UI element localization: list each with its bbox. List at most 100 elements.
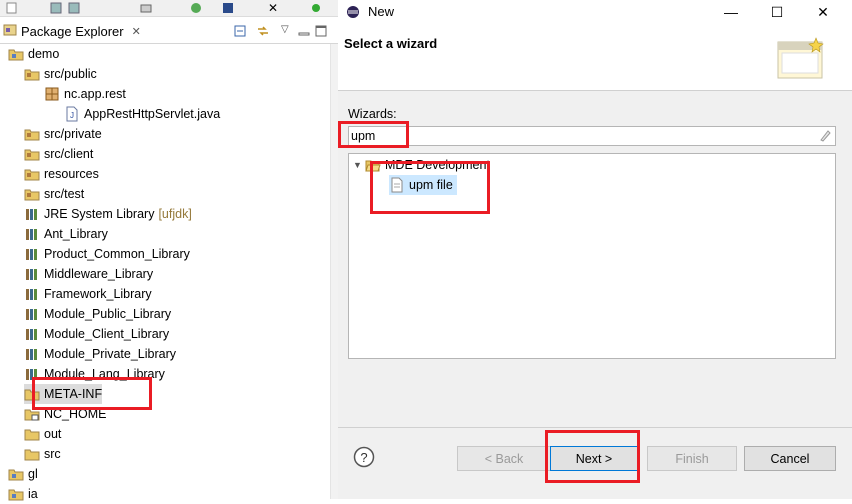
link-with-editor-icon[interactable]: [256, 24, 270, 38]
minimize-window-icon[interactable]: —: [708, 0, 754, 24]
explorer-item-gl[interactable]: gl: [8, 464, 38, 484]
debug-icon[interactable]: [310, 2, 322, 14]
explorer-item-label: AppRestHttpServlet.java: [84, 107, 221, 121]
library-decoration: [ufjdk]: [158, 207, 192, 221]
wizard-filter-field[interactable]: [348, 126, 836, 146]
clear-filter-icon[interactable]: [818, 129, 832, 146]
svg-text:?: ?: [360, 450, 367, 465]
next-button[interactable]: Next >: [550, 446, 638, 471]
tree-item-mde-development[interactable]: ▼ MDE Development: [353, 155, 490, 175]
library-icon: [24, 226, 40, 242]
library-icon: [24, 366, 40, 382]
explorer-item-framework-library[interactable]: Framework_Library: [24, 284, 152, 304]
print-icon[interactable]: [140, 2, 152, 14]
view-title: Package Explorer: [21, 23, 124, 39]
explorer-item-label: NC_HOME: [44, 407, 107, 421]
library-icon: [24, 206, 40, 222]
explorer-item-label: Framework_Library: [44, 287, 152, 301]
close-window-icon[interactable]: ✕: [800, 0, 846, 24]
new-wizard-dialog: New — ☐ ✕ Select a wizard Wizards: ▼ MDE…: [338, 0, 852, 499]
source-folder-icon: [24, 126, 40, 142]
source-folder-icon: [24, 186, 40, 202]
collapse-all-icon[interactable]: [233, 24, 247, 38]
explorer-item-module-client-library[interactable]: Module_Client_Library: [24, 324, 169, 344]
cancel-button[interactable]: Cancel: [744, 446, 836, 471]
tab-package-explorer[interactable]: Package Explorer ✕: [3, 20, 141, 42]
dialog-titlebar: New — ☐ ✕: [338, 0, 852, 24]
source-folder-icon: [24, 66, 40, 82]
explorer-item-label: Module_Lang_Library: [44, 367, 165, 381]
library-icon: [24, 266, 40, 282]
linked-folder-icon: [24, 406, 40, 422]
wizard-page-title: Select a wizard: [344, 36, 438, 51]
library-icon: [24, 286, 40, 302]
library-icon: [24, 306, 40, 322]
explorer-item-label: JRE System Library: [44, 207, 155, 221]
explorer-item-nc-app-rest[interactable]: nc.app.rest: [44, 84, 126, 104]
help-icon[interactable]: ?: [353, 446, 375, 471]
project-icon: [8, 486, 24, 502]
save-icon[interactable]: [50, 2, 62, 14]
button-bar-separator: [338, 427, 852, 428]
tree-item-label: upm file: [409, 178, 453, 192]
wizards-label: Wizards:: [348, 107, 397, 121]
project-icon: [8, 46, 24, 62]
wizard-banner-icon: [776, 36, 826, 85]
explorer-item-src[interactable]: src: [24, 444, 61, 464]
explorer-item-src-private[interactable]: src/private: [24, 124, 102, 144]
explorer-item-label: src: [44, 447, 61, 461]
explorer-item-src-public[interactable]: src/public: [24, 64, 97, 84]
explorer-item-jre-system-library[interactable]: JRE System Library [ufjdk]: [24, 204, 192, 224]
explorer-item-ia[interactable]: ia: [8, 484, 38, 504]
check-icon[interactable]: [190, 2, 202, 14]
maximize-icon[interactable]: [314, 24, 328, 38]
tree-item-upm-file[interactable]: upm file: [389, 175, 457, 195]
explorer-item-label: src/public: [44, 67, 97, 81]
explorer-item-label: Ant_Library: [44, 227, 108, 241]
save-all-icon[interactable]: [68, 2, 80, 14]
explorer-item-appresthttpservlet-java[interactable]: J AppRestHttpServlet.java: [64, 104, 220, 124]
explorer-item-module-lang-library[interactable]: Module_Lang_Library: [24, 364, 165, 384]
main-toolbar: ✕: [0, 0, 338, 17]
explorer-item-src-client[interactable]: src/client: [24, 144, 93, 164]
explorer-item-resources[interactable]: resources: [24, 164, 99, 184]
explorer-item-demo[interactable]: demo: [8, 44, 59, 64]
explorer-item-label: demo: [28, 47, 60, 61]
folder-icon: [24, 446, 40, 462]
new-icon[interactable]: [6, 2, 18, 14]
wizard-filter-input[interactable]: [351, 128, 811, 144]
close-view-icon[interactable]: ✕: [132, 25, 141, 38]
explorer-item-label: META-INF: [44, 387, 103, 401]
explorer-item-label: Module_Public_Library: [44, 307, 172, 321]
back-button[interactable]: < Back: [457, 446, 551, 471]
explorer-item-src-test[interactable]: src/test: [24, 184, 84, 204]
terminal-icon[interactable]: [222, 2, 234, 14]
explorer-item-label: src/private: [44, 127, 102, 141]
library-icon: [24, 346, 40, 362]
explorer-item-label: resources: [44, 167, 99, 181]
java-file-icon: J: [64, 106, 80, 122]
minimize-icon[interactable]: [297, 24, 311, 38]
explorer-item-middleware-library[interactable]: Middleware_Library: [24, 264, 153, 284]
library-icon: [24, 326, 40, 342]
explorer-item-module-private-library[interactable]: Module_Private_Library: [24, 344, 176, 364]
explorer-item-out[interactable]: out: [24, 424, 61, 444]
maximize-window-icon[interactable]: ☐: [754, 0, 800, 24]
package-icon: [44, 86, 60, 102]
close-icon[interactable]: ✕: [268, 2, 280, 14]
collapse-arrow-icon[interactable]: ▼: [353, 160, 365, 170]
explorer-item-nc-home[interactable]: NC_HOME: [24, 404, 107, 424]
eclipse-logo-icon: [346, 5, 360, 22]
package-explorer-icon: [3, 23, 17, 40]
explorer-item-label: Module_Private_Library: [44, 347, 177, 361]
explorer-item-meta-inf[interactable]: META-INF: [24, 384, 103, 404]
explorer-item-module-public-library[interactable]: Module_Public_Library: [24, 304, 171, 324]
view-menu-icon[interactable]: ▽: [281, 24, 295, 38]
explorer-item-label: gl: [28, 467, 38, 481]
finish-button[interactable]: Finish: [647, 446, 737, 471]
folder-icon: [24, 386, 40, 402]
explorer-item-product-common-library[interactable]: Product_Common_Library: [24, 244, 190, 264]
project-icon: [8, 466, 24, 482]
explorer-item-ant-library[interactable]: Ant_Library: [24, 224, 108, 244]
tree-item-label: MDE Development: [385, 158, 490, 172]
